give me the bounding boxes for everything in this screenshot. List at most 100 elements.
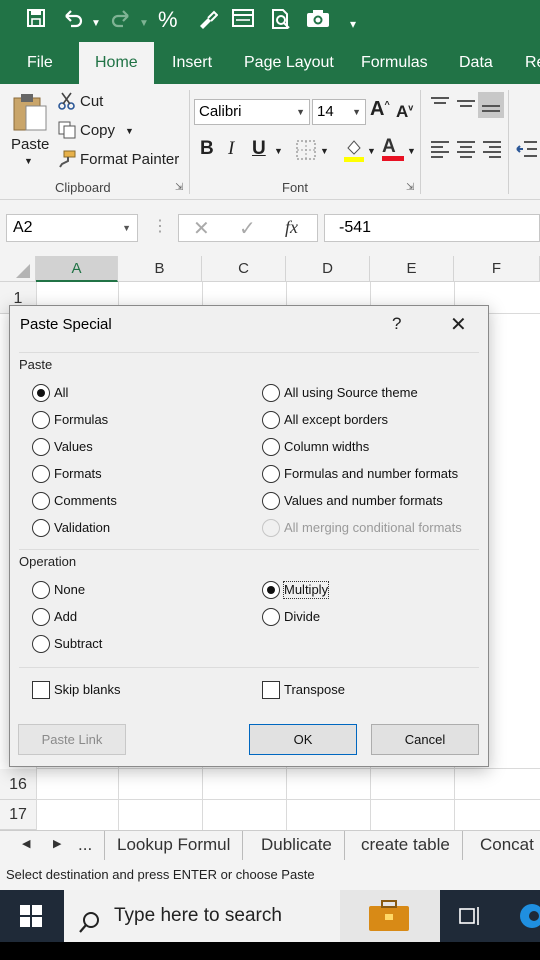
bold-button[interactable]: B (200, 138, 214, 160)
align-center-icon[interactable] (456, 140, 476, 162)
prev-sheet-icon[interactable]: ◀ (22, 837, 30, 850)
paste-label[interactable]: Paste (11, 136, 49, 153)
divider (420, 90, 421, 194)
sheet-tab-lookup-formul[interactable]: Lookup Formul (105, 831, 244, 861)
font-launcher-icon[interactable]: ⇲ (406, 182, 414, 193)
decrease-font-size-icon[interactable]: Av (396, 102, 413, 122)
close-icon[interactable]: ✕ (450, 312, 467, 337)
camera-icon[interactable] (306, 8, 330, 34)
underline-dropdown-icon[interactable]: ▼ (274, 146, 283, 156)
clear-format-brush-icon[interactable] (196, 8, 219, 36)
column-header-d[interactable]: D (286, 256, 370, 282)
paste-dropdown-icon[interactable]: ▼ (24, 156, 33, 166)
save-icon[interactable] (26, 8, 46, 34)
borders-icon[interactable] (296, 140, 316, 164)
taskbar-search-box[interactable]: Type here to search (64, 890, 440, 942)
tab-formulas[interactable]: Formulas (361, 42, 428, 84)
radio-icon (32, 465, 50, 483)
radio-icon (262, 465, 280, 483)
column-header-a[interactable]: A (36, 256, 118, 282)
tab-review[interactable]: Re (525, 42, 540, 84)
divider (19, 352, 479, 353)
task-view-icon[interactable] (458, 904, 482, 933)
tab-home[interactable]: Home (79, 42, 154, 84)
column-header-b[interactable]: B (118, 256, 202, 282)
tab-data[interactable]: Data (459, 42, 493, 84)
paste-icon[interactable] (12, 92, 48, 136)
radio-icon (32, 635, 50, 653)
increase-font-size-icon[interactable]: A^ (370, 98, 390, 121)
format-painter-icon[interactable] (58, 150, 76, 172)
more-options-icon[interactable]: ⋮ (152, 216, 168, 236)
radio-selected-icon (32, 384, 50, 402)
sheet-tab-create-table[interactable]: create table (349, 831, 463, 861)
taskbar: Type here to search (0, 890, 540, 942)
align-left-icon[interactable] (430, 140, 450, 162)
select-all-corner[interactable] (0, 256, 36, 282)
undo-icon[interactable] (62, 8, 84, 34)
underline-button[interactable]: U (252, 138, 266, 160)
clipboard-group-label: Clipboard (55, 180, 111, 195)
percent-style-icon[interactable]: % (158, 8, 178, 32)
paste-special-dialog: Paste Special ? ✕ Paste All Formulas Val… (9, 305, 489, 767)
radio-icon (32, 581, 50, 599)
windows-start-icon[interactable] (20, 905, 42, 932)
tab-insert[interactable]: Insert (172, 42, 212, 84)
radio-icon (32, 492, 50, 510)
font-color-icon[interactable]: A (382, 136, 404, 161)
tab-page-layout[interactable]: Page Layout (244, 42, 334, 84)
insert-function-icon[interactable]: fx (285, 217, 298, 238)
confirm-entry-icon[interactable]: ✓ (239, 216, 256, 241)
copy-button[interactable]: Copy (80, 122, 115, 139)
fill-color-dropdown-icon[interactable]: ▼ (367, 146, 376, 156)
name-box-value: A2 (13, 219, 33, 236)
font-color-dropdown-icon[interactable]: ▼ (407, 146, 416, 156)
align-top-icon[interactable] (430, 96, 450, 114)
divider (19, 549, 479, 550)
cancel-entry-icon[interactable]: ✕ (193, 216, 210, 241)
print-preview-icon[interactable] (270, 8, 292, 36)
cut-icon[interactable] (58, 92, 76, 114)
align-middle-icon[interactable] (456, 96, 476, 114)
clipboard-launcher-icon[interactable]: ⇲ (175, 182, 183, 193)
column-header-f[interactable]: F (454, 256, 540, 282)
row-header-16[interactable]: 16 (0, 769, 36, 800)
radio-selected-icon (262, 581, 280, 599)
undo-dropdown-icon[interactable]: ▼ (91, 12, 101, 36)
column-header-c[interactable]: C (202, 256, 286, 282)
customize-toolbar-icon[interactable]: ▾ (350, 12, 356, 36)
sheet-tab-dublicate[interactable]: Dublicate (249, 831, 345, 861)
form-icon[interactable] (232, 8, 254, 34)
formula-input[interactable]: -541 (324, 214, 540, 242)
font-size-combo[interactable]: 14 ▼ (312, 99, 366, 125)
divider (508, 90, 509, 194)
more-sheets-button[interactable]: ... (66, 831, 106, 861)
radio-icon (262, 384, 280, 402)
italic-button[interactable]: I (228, 138, 234, 160)
fill-color-icon[interactable] (343, 138, 365, 166)
copy-icon[interactable] (58, 121, 76, 143)
cancel-button[interactable]: Cancel (371, 724, 479, 755)
align-bottom-icon[interactable] (478, 92, 504, 118)
edge-browser-icon[interactable] (518, 902, 540, 935)
next-sheet-icon[interactable]: ▶ (53, 837, 61, 850)
copy-dropdown-icon[interactable]: ▼ (125, 126, 134, 136)
font-name-combo[interactable]: Calibri ▼ (194, 99, 310, 125)
cut-button[interactable]: Cut (80, 93, 103, 110)
borders-dropdown-icon[interactable]: ▼ (320, 146, 329, 156)
help-button[interactable]: ? (392, 314, 401, 334)
tab-file[interactable]: File (27, 42, 53, 84)
sheet-tab-concat[interactable]: Concat F (468, 831, 540, 861)
name-box[interactable]: A2 ▼ (6, 214, 138, 242)
checkbox-icon (32, 681, 50, 699)
ok-button[interactable]: OK (249, 724, 357, 755)
align-right-icon[interactable] (482, 140, 502, 162)
format-painter-button[interactable]: Format Painter (80, 151, 179, 168)
decrease-indent-icon[interactable] (516, 140, 538, 162)
radio-icon (262, 519, 280, 537)
radio-icon (262, 438, 280, 456)
radio-icon (262, 492, 280, 510)
formula-buttons: ✕ ✓ fx (178, 214, 318, 242)
row-header-17[interactable]: 17 (0, 800, 36, 830)
column-header-e[interactable]: E (370, 256, 454, 282)
